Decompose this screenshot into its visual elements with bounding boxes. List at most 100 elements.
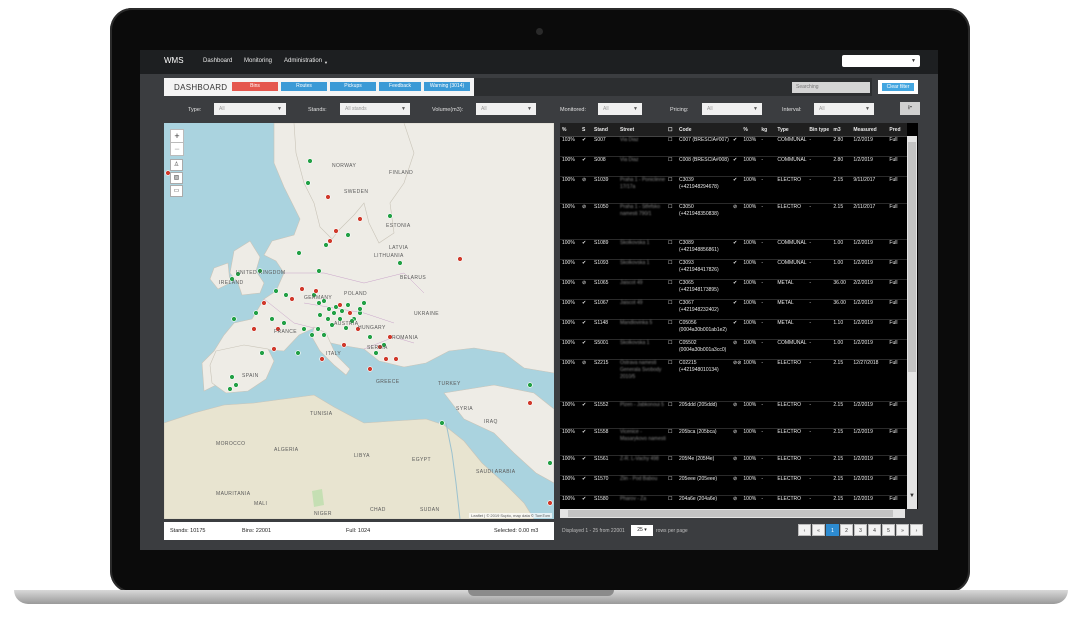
scrollbar-thumb[interactable] xyxy=(908,142,916,372)
table-row[interactable]: 100% ✔ S1558 Vicenice - Masarykovo namesti ☐… xyxy=(560,428,908,456)
column-header[interactable]: Stand xyxy=(592,123,618,137)
bin-marker-ok[interactable] xyxy=(339,308,345,314)
bin-marker-full[interactable] xyxy=(313,288,319,294)
column-header[interactable]: kg xyxy=(759,123,776,137)
table-cell[interactable]: ☐ xyxy=(666,475,677,496)
column-header[interactable]: Measured xyxy=(851,123,888,137)
bin-marker-ok[interactable] xyxy=(316,268,322,274)
table-cell[interactable]: ☐ xyxy=(666,259,677,280)
page-button-4[interactable]: 4 xyxy=(868,524,881,536)
filter-stands-select[interactable]: All stands ▼ xyxy=(340,103,410,115)
tab-bins[interactable]: Bins xyxy=(232,82,278,91)
column-header[interactable]: ☐ xyxy=(666,123,677,137)
table-cell[interactable]: ☐ xyxy=(666,495,677,509)
bin-marker-ok[interactable] xyxy=(301,326,307,332)
search-input[interactable]: Searching xyxy=(792,82,870,93)
table-row[interactable]: 100% ⊘ S2215 Ostrava namesti Generala Svobo… xyxy=(560,359,908,402)
bin-marker-ok[interactable] xyxy=(227,386,233,392)
bin-marker-ok[interactable] xyxy=(321,332,327,338)
bin-marker-ok[interactable] xyxy=(231,316,237,322)
bin-marker-ok[interactable] xyxy=(357,306,363,312)
page-nav-button[interactable]: ‹ xyxy=(798,524,811,536)
bin-marker-ok[interactable] xyxy=(253,310,259,316)
bin-marker-ok[interactable] xyxy=(317,312,323,318)
table-cell[interactable]: ☐ xyxy=(666,428,677,456)
bin-marker-ok[interactable] xyxy=(259,350,265,356)
bin-marker-full[interactable] xyxy=(341,342,347,348)
bin-marker-ok[interactable] xyxy=(373,350,379,356)
user-select[interactable]: ▼ xyxy=(842,55,920,67)
bin-marker-ok[interactable] xyxy=(305,180,311,186)
clear-filter-button[interactable]: Clear filter xyxy=(882,83,914,91)
bin-marker-ok[interactable] xyxy=(307,158,313,164)
bin-marker-full[interactable] xyxy=(251,326,257,332)
page-nav-button[interactable]: « xyxy=(812,524,825,536)
table-row[interactable]: 103% ✔ S007 Via Diaz ☐ C007 (BRESCIA#007) ✔ 103… xyxy=(560,136,908,157)
bin-marker-full[interactable] xyxy=(261,300,267,306)
bin-marker-ok[interactable] xyxy=(323,242,329,248)
table-row[interactable]: 100% ⊘ S1050 Praha 1 - Stfefsko namesti 790… xyxy=(560,203,908,240)
table-row[interactable]: 100% ✔ S1580 Pharov - Za ☐ 204a6e (204a6e) ⊘ 10… xyxy=(560,495,908,509)
bin-marker-ok[interactable] xyxy=(309,332,315,338)
bin-marker-ok[interactable] xyxy=(269,316,275,322)
table-cell[interactable]: ☐ xyxy=(666,299,677,320)
bin-marker-ok[interactable] xyxy=(295,350,301,356)
table-row[interactable]: 100% ✔ S1089 Skolkovska 1 ☐ C3089 (+421948856… xyxy=(560,239,908,260)
bin-marker-full[interactable] xyxy=(319,356,325,362)
tab-warning[interactable]: Warning (3014) xyxy=(424,82,470,91)
bin-marker-ok[interactable] xyxy=(331,310,337,316)
bin-marker-ok[interactable] xyxy=(316,300,322,306)
bin-marker-ok[interactable] xyxy=(283,292,289,298)
page-button-3[interactable]: 3 xyxy=(854,524,867,536)
table-cell[interactable]: ☐ xyxy=(666,203,677,240)
page-button-5[interactable]: 5 xyxy=(882,524,895,536)
column-header[interactable]: % xyxy=(741,123,760,137)
column-header[interactable]: m3 xyxy=(831,123,852,137)
bin-marker-ok[interactable] xyxy=(233,382,239,388)
zoom-out-button[interactable]: − xyxy=(170,142,184,156)
bin-marker-ok[interactable] xyxy=(296,250,302,256)
map-attribution[interactable]: Leaflet | © 2019 Supto, map data © TomTo… xyxy=(469,513,552,518)
tab-pickups[interactable]: Pickups xyxy=(330,82,376,91)
bin-marker-full[interactable] xyxy=(393,356,399,362)
bin-marker-ok[interactable] xyxy=(367,334,373,340)
table-cell[interactable]: ☐ xyxy=(666,239,677,260)
column-header[interactable]: Street xyxy=(618,123,666,137)
table-row[interactable]: 100% ✔ S1552 Plzen - Jabkonoui 5 ☐ 205ddd (20… xyxy=(560,401,908,429)
bin-marker-full[interactable] xyxy=(327,238,333,244)
table-row[interactable]: 100% ✔ S1067 Jaiscot 49 ☐ C3067 (+42194823240… xyxy=(560,299,908,320)
column-header[interactable]: % xyxy=(560,123,580,137)
filter-type-select[interactable]: All ▼ xyxy=(214,103,286,115)
table-cell[interactable]: ☐ xyxy=(666,136,677,157)
brand-logo[interactable]: WMS xyxy=(164,56,184,65)
tab-feedback[interactable]: Feedback xyxy=(379,82,421,91)
column-header[interactable]: Bin type xyxy=(807,123,832,137)
column-header[interactable]: Pred xyxy=(887,123,908,137)
bin-marker-ok[interactable] xyxy=(325,316,331,322)
table-row[interactable]: 100% ✔ S1093 Skolkovska 1 ☐ C3093 (+421948417… xyxy=(560,259,908,280)
bin-marker-full[interactable] xyxy=(527,400,533,406)
table-cell[interactable]: ☐ xyxy=(666,339,677,360)
bin-marker-full[interactable] xyxy=(383,356,389,362)
bin-marker-ok[interactable] xyxy=(527,382,533,388)
bin-marker-full[interactable] xyxy=(367,366,373,372)
table-row[interactable]: 100% ⊘ S1039 Praha 1 - Poniclinne 17/17a ☐ C3… xyxy=(560,176,908,204)
bin-marker-full[interactable] xyxy=(357,216,363,222)
page-nav-button[interactable]: › xyxy=(910,524,923,536)
column-header[interactable]: S xyxy=(580,123,592,137)
table-row[interactable]: 100% ✔ S008 Via Diaz ☐ C008 (BRESCIA#008) ✔ 100… xyxy=(560,156,908,177)
bin-marker-ok[interactable] xyxy=(326,306,332,312)
map[interactable]: NORWAY FINLAND SWEDEN ESTONIA LATVIA LIT… xyxy=(164,123,554,519)
horizontal-scrollbar-thumb[interactable] xyxy=(568,510,893,517)
bin-marker-full[interactable] xyxy=(547,500,553,506)
table-row[interactable]: 100% ⊘ S1065 Jaiscot 49 ☐ C3065 (+42194817389… xyxy=(560,279,908,300)
export-button[interactable]: ⭳▾ xyxy=(900,102,920,115)
table-cell[interactable]: ☐ xyxy=(666,156,677,177)
column-header[interactable]: Code xyxy=(677,123,731,137)
nav-monitoring[interactable]: Monitoring xyxy=(244,58,272,64)
bin-marker-full[interactable] xyxy=(271,346,277,352)
bin-marker-full[interactable] xyxy=(347,310,353,316)
filter-interval-select[interactable]: All ▼ xyxy=(814,103,874,115)
bin-marker-ok[interactable] xyxy=(273,288,279,294)
bin-marker-full[interactable] xyxy=(325,194,331,200)
